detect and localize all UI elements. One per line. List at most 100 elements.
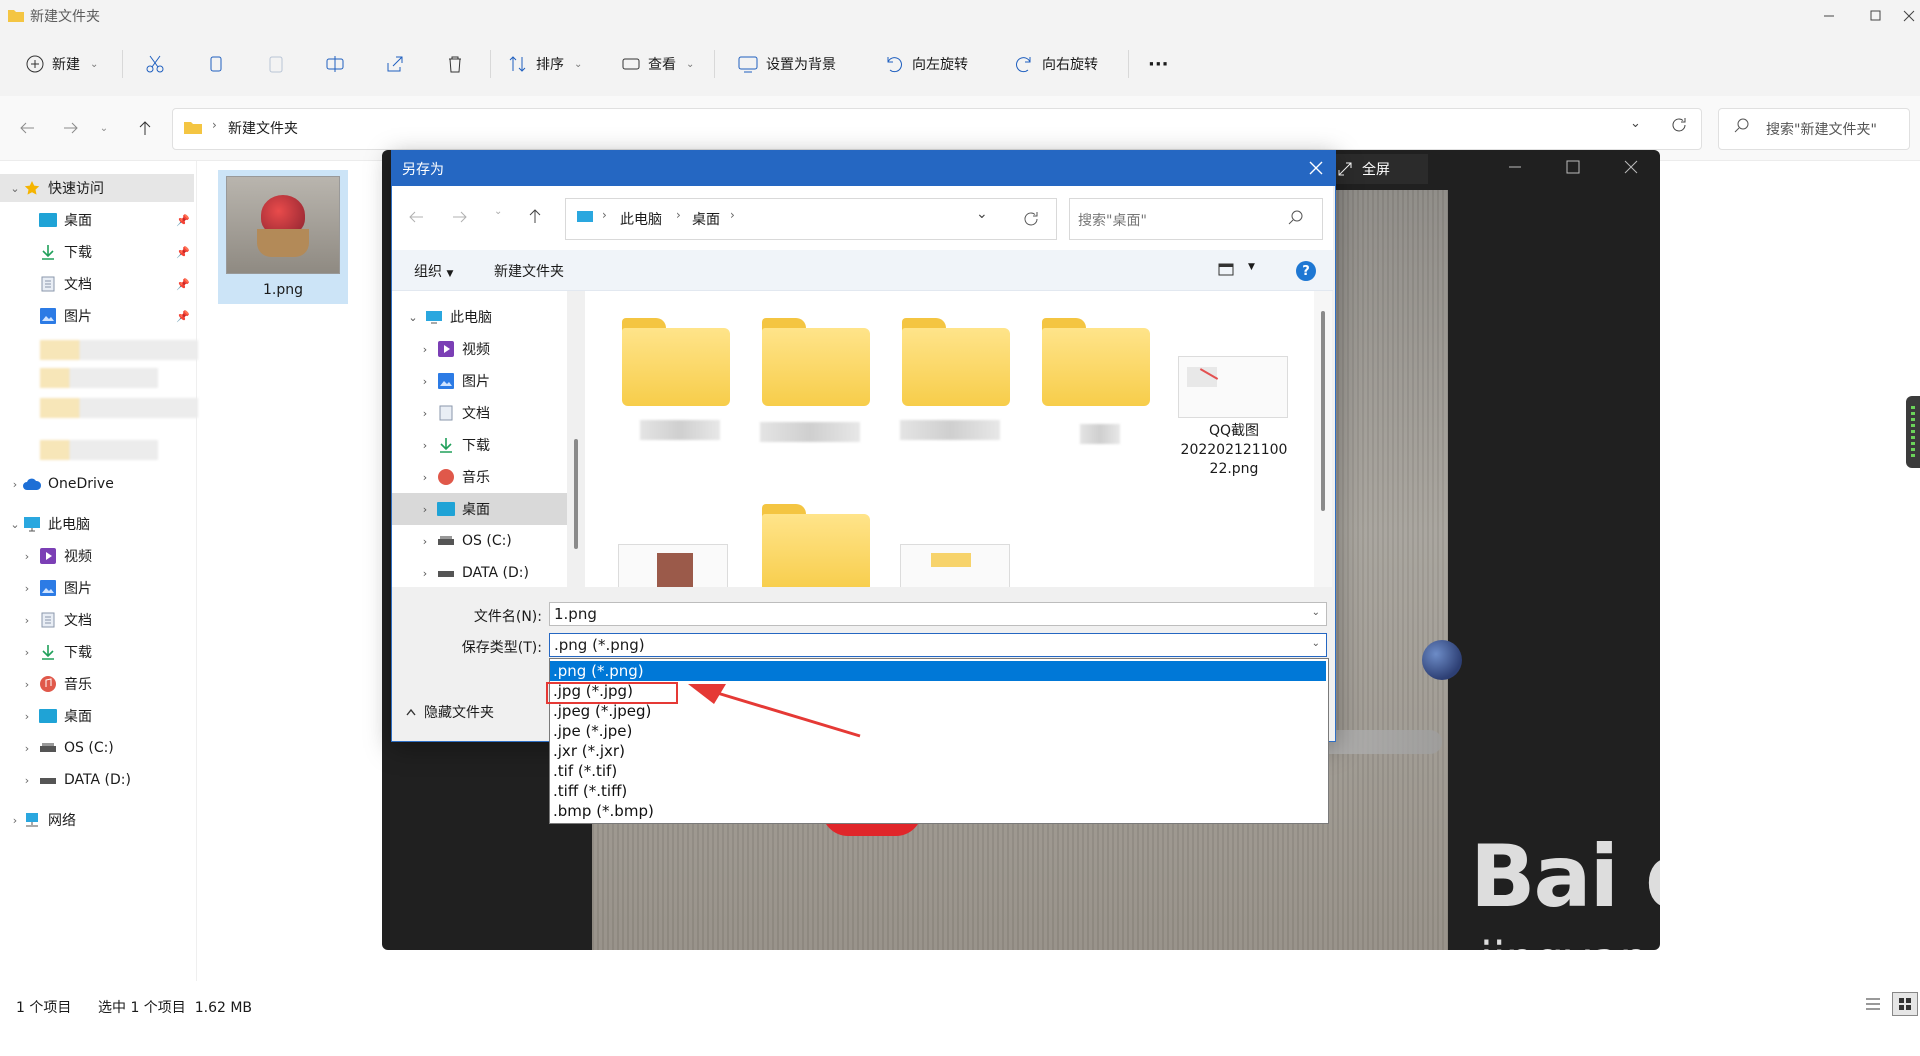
- rotate-right-button[interactable]: 向右旋转: [1014, 46, 1098, 82]
- tree-item-drive-d[interactable]: › DATA (D:): [392, 557, 567, 589]
- chevron-right-icon[interactable]: ›: [20, 614, 34, 627]
- sort-button[interactable]: 排序 ⌄: [508, 46, 582, 82]
- view-mode-icon[interactable]: [1218, 262, 1236, 278]
- sidebar-item-videos[interactable]: › 视频: [0, 542, 196, 570]
- filetype-option[interactable]: .jxr (*.jxr): [550, 741, 1326, 761]
- up-arrow-icon[interactable]: [132, 116, 158, 140]
- tree-item-documents[interactable]: › 文档: [392, 397, 567, 429]
- breadcrumb-folder[interactable]: 新建文件夹: [228, 118, 298, 138]
- new-button[interactable]: 新建 ⌄: [26, 46, 98, 82]
- chevron-right-icon[interactable]: ›: [8, 478, 22, 491]
- sidebar-item-this-pc[interactable]: ⌄ 此电脑: [0, 510, 196, 538]
- organize-button[interactable]: 组织 ▼: [414, 261, 453, 281]
- sidebar-item-quick-access[interactable]: ⌄ 快速访问: [0, 174, 194, 202]
- files-scrollbar[interactable]: [1314, 291, 1332, 587]
- chevron-right-icon[interactable]: ›: [20, 646, 34, 659]
- chevron-down-icon[interactable]: ⌄: [8, 518, 22, 531]
- chevron-right-icon[interactable]: ›: [20, 678, 34, 691]
- up-arrow-icon[interactable]: [528, 208, 542, 224]
- back-arrow-icon[interactable]: [14, 116, 40, 140]
- chevron-right-icon[interactable]: ›: [414, 535, 436, 548]
- caret-down-icon[interactable]: ▼: [1248, 262, 1255, 272]
- more-options-button[interactable]: ···: [1148, 46, 1169, 82]
- tree-item-videos[interactable]: › 视频: [392, 333, 567, 365]
- sidebar-item-desktop[interactable]: › 桌面: [0, 702, 196, 730]
- chevron-right-icon[interactable]: ›: [20, 742, 34, 755]
- paste-button[interactable]: [266, 46, 286, 82]
- breadcrumb-desktop[interactable]: 桌面: [692, 209, 720, 229]
- breadcrumb-this-pc[interactable]: 此电脑: [620, 209, 662, 229]
- sidebar-item-downloads[interactable]: › 下载: [0, 638, 196, 666]
- recent-locations-chevron-icon[interactable]: ⌄: [96, 116, 112, 140]
- chevron-right-icon[interactable]: ›: [8, 814, 22, 827]
- copy-button[interactable]: [206, 46, 226, 82]
- sidebar-item-desktop[interactable]: 桌面 📌: [0, 206, 196, 234]
- sidebar-item-drive-c[interactable]: › OS (C:): [0, 734, 196, 762]
- address-dropdown-icon[interactable]: ⌄: [976, 206, 988, 222]
- filetype-option[interactable]: .tif (*.tif): [550, 761, 1326, 781]
- chevron-right-icon[interactable]: ›: [414, 407, 436, 420]
- maximize-button[interactable]: [1852, 0, 1898, 32]
- chevron-right-icon[interactable]: ›: [20, 582, 34, 595]
- address-bar[interactable]: [172, 108, 1702, 150]
- cut-button[interactable]: [145, 46, 165, 82]
- refresh-icon[interactable]: [1022, 210, 1040, 228]
- sidebar-item-downloads[interactable]: 下载 📌: [0, 238, 196, 266]
- viewer-minimize-icon[interactable]: [1508, 160, 1522, 174]
- tree-item-music[interactable]: › 音乐: [392, 461, 567, 493]
- sidebar-item-network[interactable]: › 网络: [0, 806, 196, 834]
- delete-button[interactable]: [445, 46, 465, 82]
- sidebar-item-onedrive[interactable]: › OneDrive: [0, 470, 196, 498]
- recent-locations-chevron-icon[interactable]: ⌄: [494, 206, 502, 217]
- help-icon[interactable]: ?: [1296, 261, 1316, 281]
- filetype-option[interactable]: .bmp (*.bmp): [550, 801, 1326, 821]
- viewer-close-icon[interactable]: [1624, 160, 1638, 174]
- address-dropdown-icon[interactable]: ⌄: [1630, 116, 1641, 131]
- folder-item[interactable]: [1042, 318, 1150, 406]
- chevron-right-icon[interactable]: ›: [414, 375, 436, 388]
- tree-item-pictures[interactable]: › 图片: [392, 365, 567, 397]
- chevron-right-icon[interactable]: ›: [20, 550, 34, 563]
- folder-item[interactable]: [762, 318, 870, 406]
- set-background-button[interactable]: 设置为背景: [738, 46, 836, 82]
- chevron-right-icon[interactable]: ›: [414, 503, 436, 516]
- filename-input[interactable]: 1.png ⌄: [549, 602, 1327, 626]
- folder-item[interactable]: [762, 504, 870, 587]
- screenshot-thumbnail[interactable]: [1178, 356, 1288, 418]
- chevron-right-icon[interactable]: ›: [414, 471, 436, 484]
- minimize-button[interactable]: [1806, 0, 1852, 32]
- new-folder-button[interactable]: 新建文件夹: [494, 261, 564, 281]
- filetype-option[interactable]: .tiff (*.tiff): [550, 781, 1326, 801]
- sidebar-item-music[interactable]: › 音乐: [0, 670, 196, 698]
- dialog-close-icon[interactable]: [1300, 152, 1332, 184]
- chevron-down-icon[interactable]: ⌄: [402, 311, 424, 324]
- sidebar-item-documents[interactable]: 文档 📌: [0, 270, 196, 298]
- tree-item-downloads[interactable]: › 下载: [392, 429, 567, 461]
- chevron-right-icon[interactable]: ›: [414, 567, 436, 580]
- filetype-option[interactable]: .jpeg (*.jpeg): [550, 701, 1326, 721]
- screenshot-thumbnail[interactable]: [618, 544, 728, 588]
- filetype-select[interactable]: .png (*.png) ⌄: [549, 633, 1327, 657]
- folder-item[interactable]: [622, 318, 730, 406]
- close-button[interactable]: [1898, 0, 1920, 32]
- chevron-down-icon[interactable]: ⌄: [1312, 607, 1320, 618]
- filetype-option[interactable]: .png (*.png): [550, 661, 1326, 681]
- sidebar-item-pictures[interactable]: › 图片: [0, 574, 196, 602]
- tree-scrollbar[interactable]: [567, 291, 585, 587]
- chevron-right-icon[interactable]: ›: [414, 343, 436, 356]
- sidebar-item-documents[interactable]: › 文档: [0, 606, 196, 634]
- forward-arrow-icon[interactable]: [58, 116, 84, 140]
- sidebar-item-pictures[interactable]: 图片 📌: [0, 302, 196, 330]
- viewer-maximize-icon[interactable]: [1566, 160, 1580, 174]
- rename-button[interactable]: [325, 46, 345, 82]
- refresh-icon[interactable]: [1670, 116, 1688, 134]
- hide-folders-toggle[interactable]: 隐藏文件夹: [406, 702, 494, 722]
- qq-screenshot-file[interactable]: QQ截图 202202121100 22.png: [1166, 422, 1302, 479]
- chevron-down-icon[interactable]: ⌄: [8, 182, 22, 195]
- rotate-left-button[interactable]: 向左旋转: [884, 46, 968, 82]
- filetype-option[interactable]: .jpe (*.jpe): [550, 721, 1326, 741]
- forward-arrow-icon[interactable]: [452, 210, 468, 224]
- sidebar-item-drive-d[interactable]: › DATA (D:): [0, 766, 196, 794]
- chevron-right-icon[interactable]: ›: [20, 710, 34, 723]
- chevron-right-icon[interactable]: ›: [20, 774, 34, 787]
